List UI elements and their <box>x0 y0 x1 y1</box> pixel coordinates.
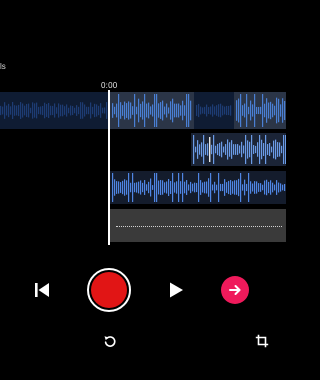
play-icon <box>170 282 183 298</box>
crop-icon <box>255 334 269 348</box>
undo-icon <box>104 336 116 347</box>
waveform-2 <box>191 133 286 166</box>
audio-track-2[interactable] <box>191 133 286 166</box>
playhead[interactable] <box>108 90 110 245</box>
arrow-right-icon <box>229 285 241 295</box>
waveform-3 <box>110 171 286 204</box>
record-button[interactable] <box>87 268 131 312</box>
undo-button[interactable] <box>101 332 119 350</box>
audio-track-1[interactable] <box>0 92 286 129</box>
record-icon <box>91 272 127 308</box>
playhead-time-label: 0:00 <box>101 81 118 90</box>
rewind-button[interactable] <box>30 278 54 302</box>
waveform-1 <box>0 92 286 129</box>
audio-track-4[interactable] <box>110 209 286 242</box>
next-button[interactable] <box>221 276 249 304</box>
play-button[interactable] <box>164 278 188 302</box>
silent-waveform-line <box>116 226 282 227</box>
timeline-edge-label: ls <box>0 62 6 71</box>
crop-button[interactable] <box>253 332 271 350</box>
skip-back-icon <box>35 283 49 297</box>
audio-track-3[interactable] <box>110 171 286 204</box>
